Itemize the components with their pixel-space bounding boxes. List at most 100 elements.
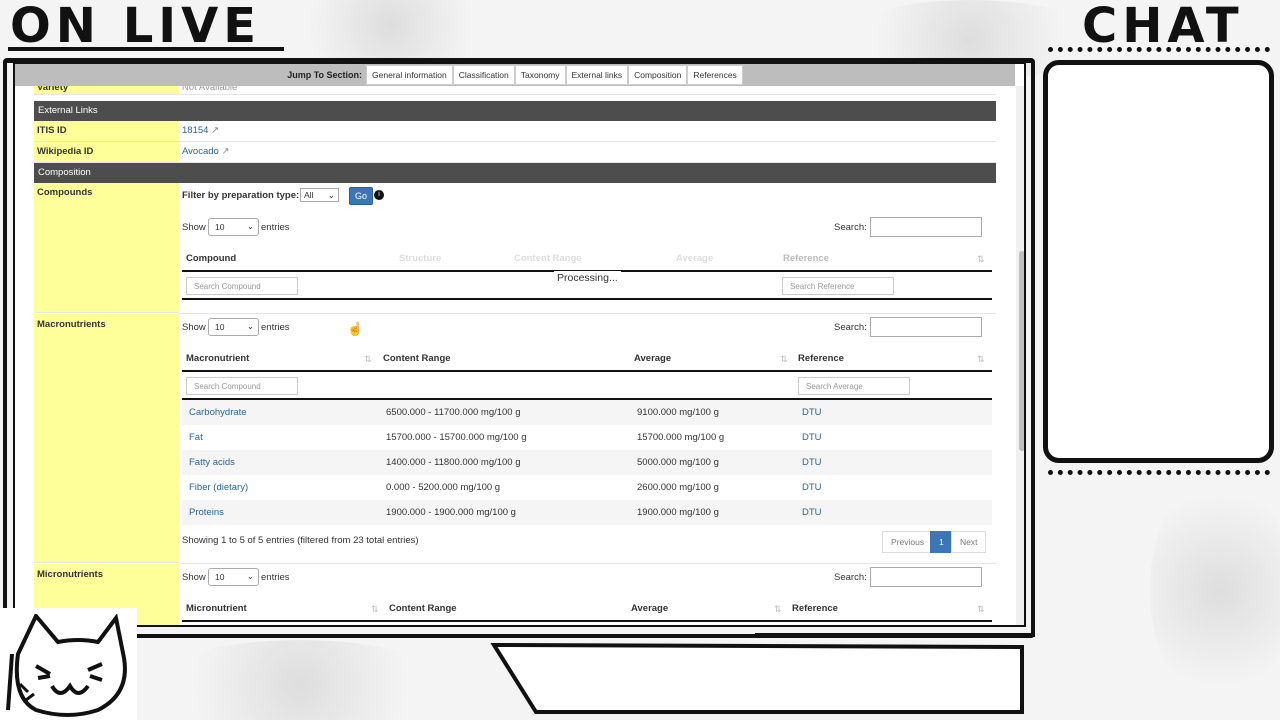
reference-link[interactable]: DTU	[802, 407, 822, 418]
jump-tab-external-links[interactable]: External links	[565, 65, 629, 85]
reference-link[interactable]: DTU	[802, 482, 822, 493]
next-button[interactable]: Next	[951, 531, 987, 553]
chevron-down-icon: ⌄	[327, 190, 335, 200]
go-button[interactable]: Go	[349, 187, 374, 205]
reference-link[interactable]: DTU	[802, 432, 822, 443]
col-compound[interactable]: Compound	[186, 253, 236, 264]
reference-link[interactable]: DTU	[802, 457, 822, 468]
macronutrient-link[interactable]: Proteins	[189, 507, 224, 518]
macronutrient-link[interactable]: Fat	[189, 432, 203, 443]
col-structure[interactable]: Structure	[399, 253, 441, 264]
average-cell: 15700.000 mg/100 g	[637, 432, 725, 443]
external-link-icon: ↗	[221, 146, 230, 157]
average-cell: 9100.000 mg/100 g	[637, 407, 719, 418]
background-texture	[150, 640, 450, 720]
col-reference[interactable]: Reference	[798, 353, 844, 364]
macronutrient-link[interactable]: Carbohydrate	[189, 407, 247, 418]
content-range-cell: 0.000 - 5200.000 mg/100 g	[386, 482, 501, 493]
table-line	[182, 298, 992, 300]
jump-tab-taxonomy[interactable]: Taxonomy	[514, 65, 566, 85]
sort-icon[interactable]: ⇅	[977, 254, 985, 265]
variety-row: Variety Not Available	[34, 86, 996, 95]
wikipedia-label: Wikipedia ID	[34, 142, 179, 162]
chevron-down-icon: ⌄	[246, 221, 254, 231]
col-average[interactable]: Average	[676, 253, 713, 264]
table-header-line	[182, 370, 992, 372]
col-micronutrient[interactable]: Micronutrient	[186, 603, 247, 614]
processing-indicator: Processing...	[554, 271, 621, 285]
sort-icon[interactable]: ⇅	[977, 354, 985, 365]
divider	[179, 563, 996, 564]
search-average-filter[interactable]: Search Average	[798, 377, 910, 395]
jump-to-section-bar: Jump To Section: General information Cla…	[15, 64, 1015, 86]
page-1-button[interactable]: 1	[930, 531, 953, 553]
compounds-label: Compounds	[37, 187, 93, 198]
jump-tab-composition[interactable]: Composition	[628, 65, 688, 85]
itis-label: ITIS ID	[34, 121, 179, 141]
content-range-cell: 1900.000 - 1900.000 mg/100 g	[386, 507, 516, 518]
info-icon[interactable]: i	[374, 190, 384, 200]
lower-banner-shape	[490, 642, 1024, 714]
search-label: Search:	[834, 222, 867, 233]
jump-label: Jump To Section:	[287, 70, 363, 80]
macro-entries-select[interactable]: 10 ⌄	[208, 318, 259, 336]
hand-cursor-icon: ☝	[347, 321, 364, 336]
chevron-down-icon: ⌄	[246, 321, 254, 331]
composition-header: Composition	[34, 163, 996, 183]
macronutrient-link[interactable]: Fatty acids	[189, 457, 235, 468]
scrollbar-thumb[interactable]	[1019, 251, 1024, 451]
variety-label: Variety	[34, 86, 179, 94]
col-macronutrient[interactable]: Macronutrient	[186, 353, 249, 364]
macronutrient-link[interactable]: Fiber (dietary)	[189, 482, 248, 493]
content-range-cell: 6500.000 - 11700.000 mg/100 g	[386, 407, 521, 418]
sort-icon[interactable]: ⇅	[977, 604, 985, 615]
search-label: Search:	[834, 572, 867, 583]
macro-search-input[interactable]	[870, 317, 982, 337]
compounds-entries-select[interactable]: 10 ⌄	[208, 218, 259, 236]
page-content: Variety Not Available External Links ITI…	[34, 86, 996, 625]
search-compound-filter[interactable]: Search Compound	[186, 377, 298, 395]
sort-icon[interactable]: ⇅	[780, 354, 788, 365]
sort-icon[interactable]: ⇅	[774, 604, 782, 615]
itis-link[interactable]: 18154 ↗	[179, 121, 996, 141]
average-cell: 1900.000 mg/100 g	[637, 507, 719, 518]
col-average[interactable]: Average	[631, 603, 668, 614]
chat-dotted-line-top	[1048, 47, 1270, 52]
macronutrients-label-cell: Macronutrients	[34, 314, 179, 563]
previous-button[interactable]: Previous	[882, 531, 934, 553]
preparation-type-select[interactable]: All ⌄	[300, 188, 339, 202]
reference-link[interactable]: DTU	[802, 507, 822, 518]
wikipedia-link[interactable]: Avocado ↗	[179, 142, 996, 162]
col-content-range[interactable]: Content Range	[389, 603, 457, 614]
compounds-search-input[interactable]	[870, 217, 982, 237]
content-range-cell: 1400.000 - 11800.000 mg/100 g	[386, 457, 521, 468]
micro-entries-select[interactable]: 10 ⌄	[208, 568, 259, 586]
entries-label: entries	[261, 322, 290, 333]
jump-tab-references[interactable]: References	[687, 65, 743, 85]
sort-icon[interactable]: ⇅	[364, 354, 372, 365]
vertical-scrollbar[interactable]	[1016, 86, 1024, 625]
wikipedia-value[interactable]: Avocado	[182, 146, 219, 157]
select-value: All	[304, 190, 314, 200]
select-value: 10	[215, 322, 225, 332]
itis-value[interactable]: 18154	[182, 125, 208, 136]
col-reference[interactable]: Reference	[783, 253, 829, 264]
search-reference-filter[interactable]: Search Reference	[782, 277, 894, 295]
itis-row: ITIS ID 18154 ↗	[34, 121, 996, 142]
table-row: Carbohydrate 6500.000 - 11700.000 mg/100…	[182, 400, 992, 425]
search-compound-filter[interactable]: Search Compound	[186, 277, 298, 295]
jump-tab-general[interactable]: General information	[366, 65, 453, 85]
sort-icon[interactable]: ⇅	[371, 604, 379, 615]
col-reference[interactable]: Reference	[792, 603, 838, 614]
col-content-range[interactable]: Content Range	[383, 353, 451, 364]
external-links-header: External Links	[34, 101, 996, 121]
jump-tab-classification[interactable]: Classification	[452, 65, 515, 85]
browser-viewport: Jump To Section: General information Cla…	[13, 62, 1026, 627]
content-range-cell: 15700.000 - 15700.000 mg/100 g	[386, 432, 527, 443]
chat-panel	[1043, 60, 1274, 463]
col-content-range[interactable]: Content Range	[514, 253, 582, 264]
filter-label: Filter by preparation type:	[182, 190, 300, 201]
micro-search-input[interactable]	[870, 567, 982, 587]
col-average[interactable]: Average	[634, 353, 671, 364]
table-info: Showing 1 to 5 of 5 entries (filtered fr…	[182, 535, 419, 546]
